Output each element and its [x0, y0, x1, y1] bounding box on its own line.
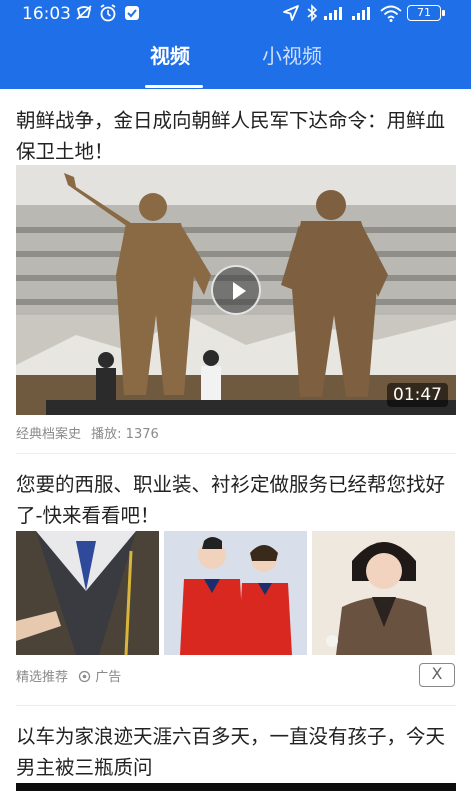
alarm-icon	[100, 4, 116, 22]
ad-card-title[interactable]: 您要的西服、职业装、衬衫定做服务已经帮您找好了-快来看看吧！	[16, 469, 456, 531]
ad-image-uniform[interactable]	[164, 531, 307, 655]
video-play-count: 播放: 1376	[91, 427, 159, 442]
active-tab-indicator	[145, 85, 203, 88]
app-header: 16:03 71 视频 小视频	[0, 0, 471, 89]
video-thumbnail[interactable]: 01:47	[16, 165, 456, 415]
play-icon[interactable]	[211, 265, 261, 315]
woman-image	[312, 531, 455, 655]
ad-tag-icon	[79, 670, 91, 683]
video-card-title[interactable]: 朝鲜战争，金日成向朝鲜人民军下达命令：用鲜血保卫土地！	[16, 105, 456, 167]
video-meta: 经典档案史 播放: 1376	[16, 423, 159, 442]
tab-short-video[interactable]: 小视频	[262, 40, 322, 69]
muted-notification-icon	[76, 5, 92, 20]
signal-icon-1	[324, 7, 342, 20]
news-feed: 朝鲜战争，金日成向朝鲜人民军下达命令：用鲜血保卫土地！ 01:47 经典档案史 …	[0, 89, 471, 791]
app-notification-icon	[125, 6, 139, 20]
status-bar: 16:03 71	[0, 0, 471, 26]
close-ad-button[interactable]: X	[419, 663, 455, 687]
ad-recommend-label: 精选推荐	[16, 670, 69, 685]
divider	[16, 705, 456, 706]
next-card-title[interactable]: 以车为家浪迹天涯六百多天，一直没有孩子，今天男主被三瓶质问	[16, 721, 456, 783]
next-card-thumbnail[interactable]	[16, 783, 456, 791]
battery-level: 71	[417, 6, 431, 19]
signal-icon-2	[352, 7, 370, 20]
tab-bar: 视频 小视频	[0, 40, 471, 88]
status-time: 16:03	[22, 4, 71, 24]
video-duration: 01:47	[387, 383, 448, 407]
ad-image-woman[interactable]	[312, 531, 455, 655]
uniform-image	[164, 531, 307, 655]
ad-meta: 精选推荐 广告	[16, 666, 121, 685]
ad-image-suit[interactable]	[16, 531, 159, 655]
battery-indicator: 71	[407, 5, 445, 21]
tab-video[interactable]: 视频	[150, 40, 190, 69]
wifi-icon	[380, 5, 402, 22]
ad-tag-label: 广告	[95, 670, 122, 685]
suit-image	[16, 531, 159, 655]
divider	[16, 453, 456, 454]
bluetooth-icon	[307, 4, 318, 22]
location-icon	[283, 5, 299, 21]
video-source: 经典档案史	[16, 427, 82, 442]
